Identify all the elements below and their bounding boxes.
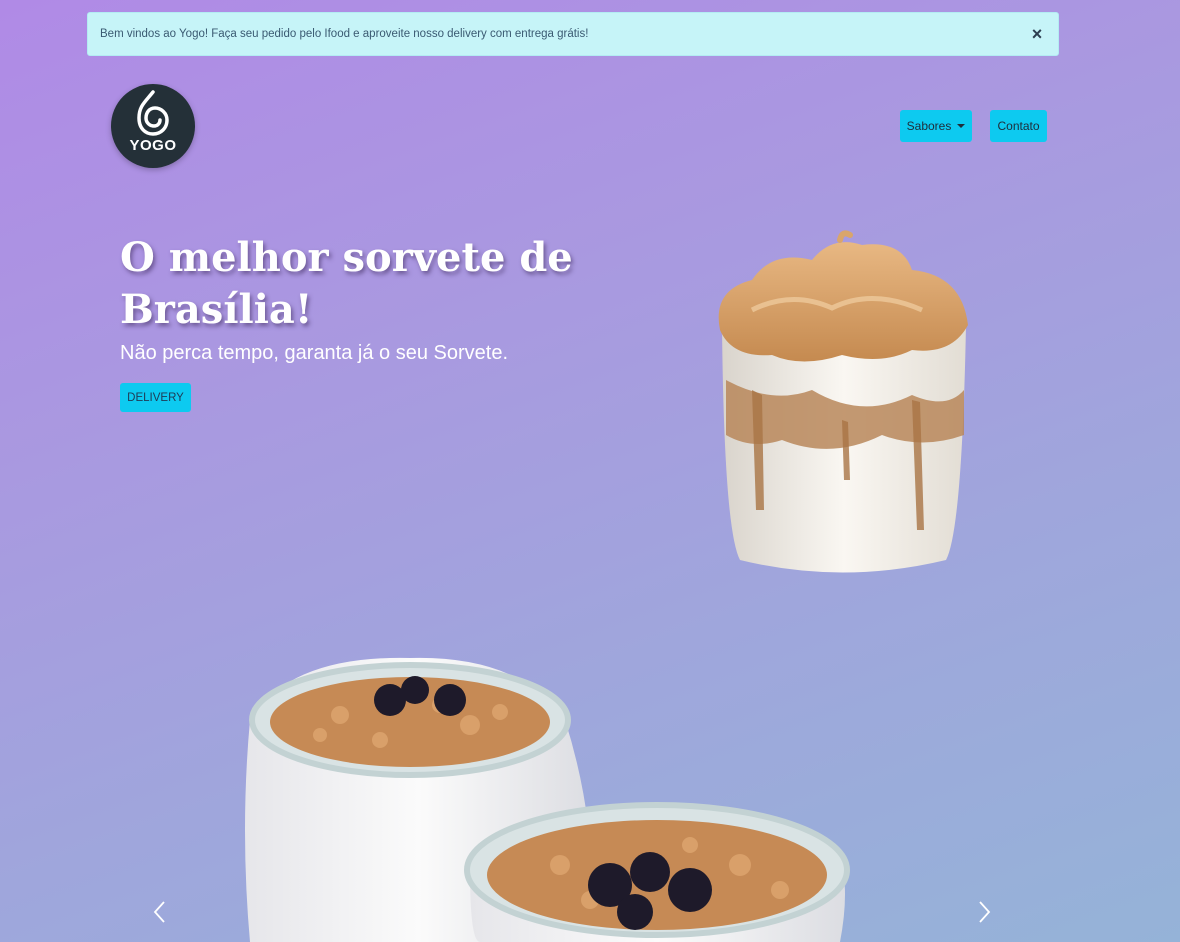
swirl-icon xyxy=(137,90,169,136)
logo-text: YOGO xyxy=(129,137,177,154)
contato-button[interactable]: Contato xyxy=(990,110,1047,142)
caret-down-icon xyxy=(957,124,966,128)
sabores-label: Sabores xyxy=(906,119,952,133)
carousel-prev-button[interactable] xyxy=(145,898,173,926)
alert-close-button[interactable]: × xyxy=(1028,24,1046,44)
chevron-right-icon xyxy=(979,901,991,923)
coffee-ice-cream-cup-image xyxy=(718,230,968,573)
delivery-button[interactable]: DELIVERY xyxy=(120,383,191,412)
hero-subtitle: Não perca tempo, garanta já o seu Sorvet… xyxy=(120,342,509,364)
contato-label: Contato xyxy=(997,119,1040,133)
hero-title: O melhor sorvete de Brasília! xyxy=(120,234,573,333)
alert-message: Bem vindos ao Yogo! Faça seu pedido pelo… xyxy=(100,28,589,40)
welcome-alert: Bem vindos ao Yogo! Faça seu pedido pelo… xyxy=(87,12,1059,56)
sabores-dropdown-button[interactable]: Sabores xyxy=(900,110,972,142)
yogurt-granola-bowls-image xyxy=(245,657,850,942)
chevron-left-icon xyxy=(153,901,165,923)
carousel-next-button[interactable] xyxy=(971,898,999,926)
yogo-logo[interactable]: YOGO xyxy=(111,84,195,168)
